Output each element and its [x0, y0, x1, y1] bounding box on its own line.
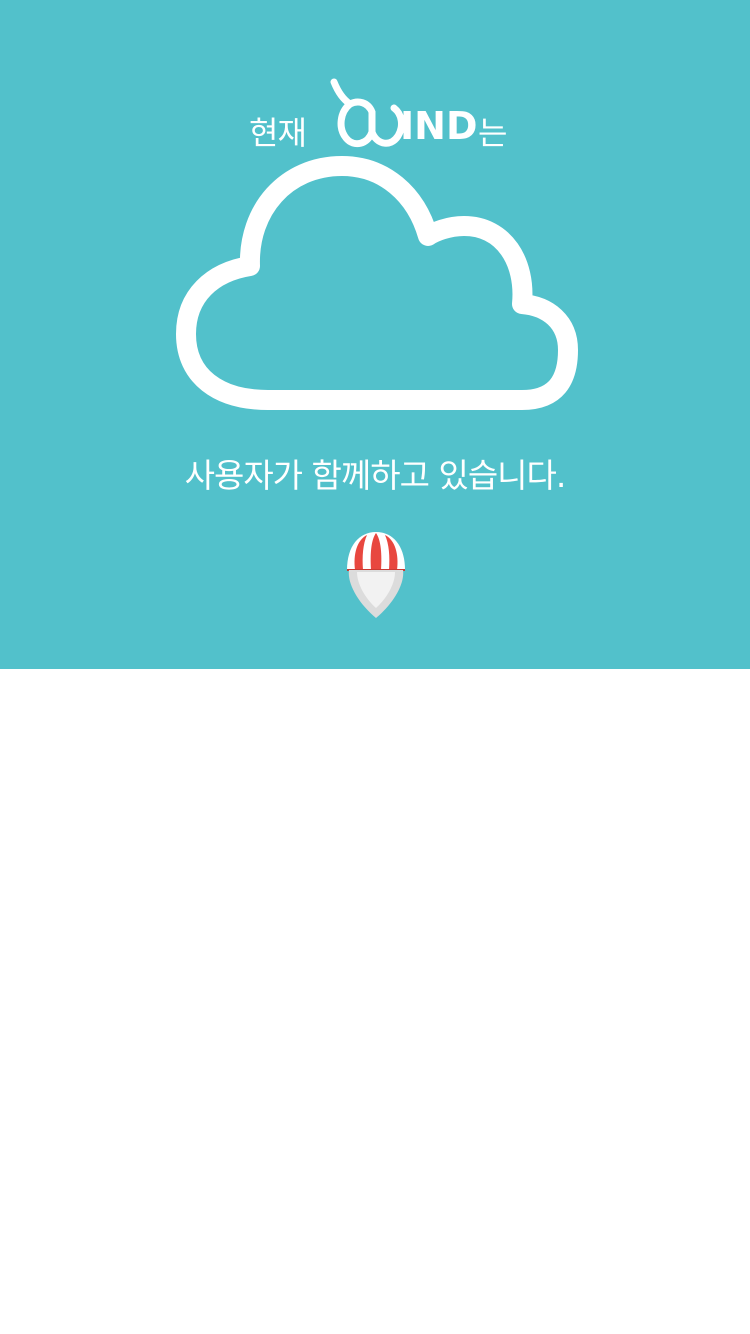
headline-prefix: 현재 — [249, 114, 307, 152]
headline: 현재 IND 는 — [0, 78, 750, 158]
hero-panel: 현재 IND 는 사용자가 함께하고 있습니다. — [0, 0, 750, 669]
cloud-icon — [176, 156, 578, 410]
subtitle: 사용자가 함께하고 있습니다. — [184, 456, 567, 495]
balloon-location-pin-icon — [347, 532, 405, 618]
headline-suffix: 는 — [478, 114, 508, 152]
content-area — [0, 669, 750, 1334]
logo-wordmark: IND — [400, 104, 478, 148]
